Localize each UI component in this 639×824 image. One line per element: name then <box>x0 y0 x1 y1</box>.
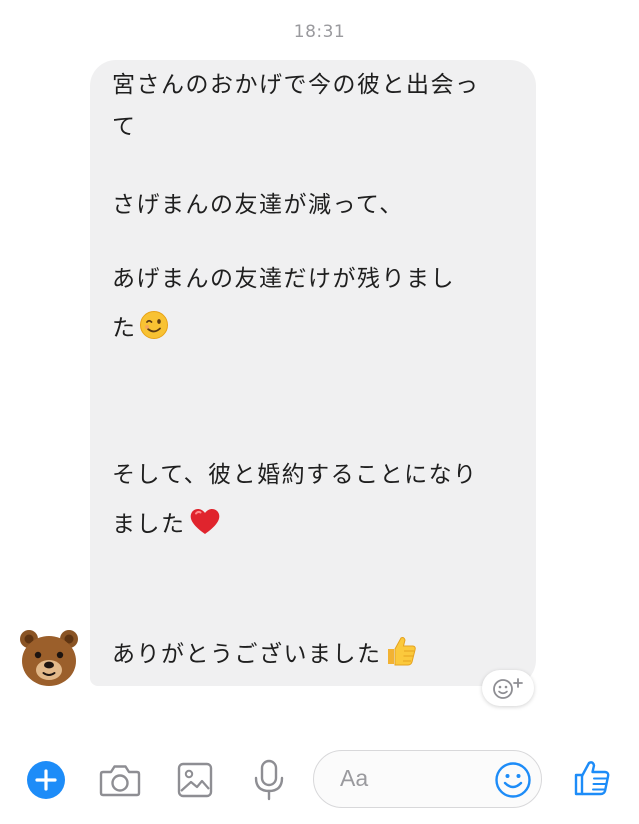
sender-avatar[interactable] <box>18 628 80 690</box>
message-line-1: 宮さんのおかげで今の彼と出会っ <box>112 72 480 98</box>
timestamp: 18:31 <box>293 22 346 42</box>
message-line-6: そして、彼と婚約することになり <box>112 462 478 488</box>
emoji-icon[interactable] <box>494 761 532 799</box>
microphone-button[interactable] <box>247 758 291 802</box>
like-icon <box>574 761 610 796</box>
message-line-8: ありがとうございました <box>112 641 382 668</box>
camera-icon <box>99 765 141 797</box>
red-heart-icon <box>188 506 222 544</box>
message-line-5-wrap: た <box>112 310 169 348</box>
add-reaction-button[interactable] <box>482 670 534 706</box>
message-input-placeholder: Aa <box>340 765 369 791</box>
message-line-5: た <box>112 315 137 342</box>
plus-button[interactable] <box>24 758 68 802</box>
winking-face-icon <box>139 310 169 348</box>
message-bubble[interactable]: 宮さんのおかげで今の彼と出会っ て さげまんの友達が減って、 あげまんの友達だけ… <box>90 60 536 686</box>
message-line-7-wrap: ました <box>112 506 222 544</box>
plus-icon <box>27 761 65 799</box>
image-button[interactable] <box>173 758 217 802</box>
message-line-4: あげまんの友達だけが残りまし <box>112 266 455 292</box>
like-button[interactable] <box>570 756 614 800</box>
camera-button[interactable] <box>98 758 142 802</box>
message-line-8-wrap: ありがとうございました <box>112 634 418 676</box>
message-line-7: ました <box>112 511 186 538</box>
message-line-3: さげまんの友達が減って、 <box>112 192 404 218</box>
add-reaction-icon <box>493 678 523 699</box>
image-icon <box>177 762 213 798</box>
message-line-2: て <box>112 114 137 140</box>
bear-face-icon <box>20 630 78 686</box>
composer-bar: Aa <box>0 738 639 824</box>
thumbs-up-icon <box>384 634 418 676</box>
microphone-icon <box>254 759 284 801</box>
message-input[interactable]: Aa <box>313 750 542 808</box>
